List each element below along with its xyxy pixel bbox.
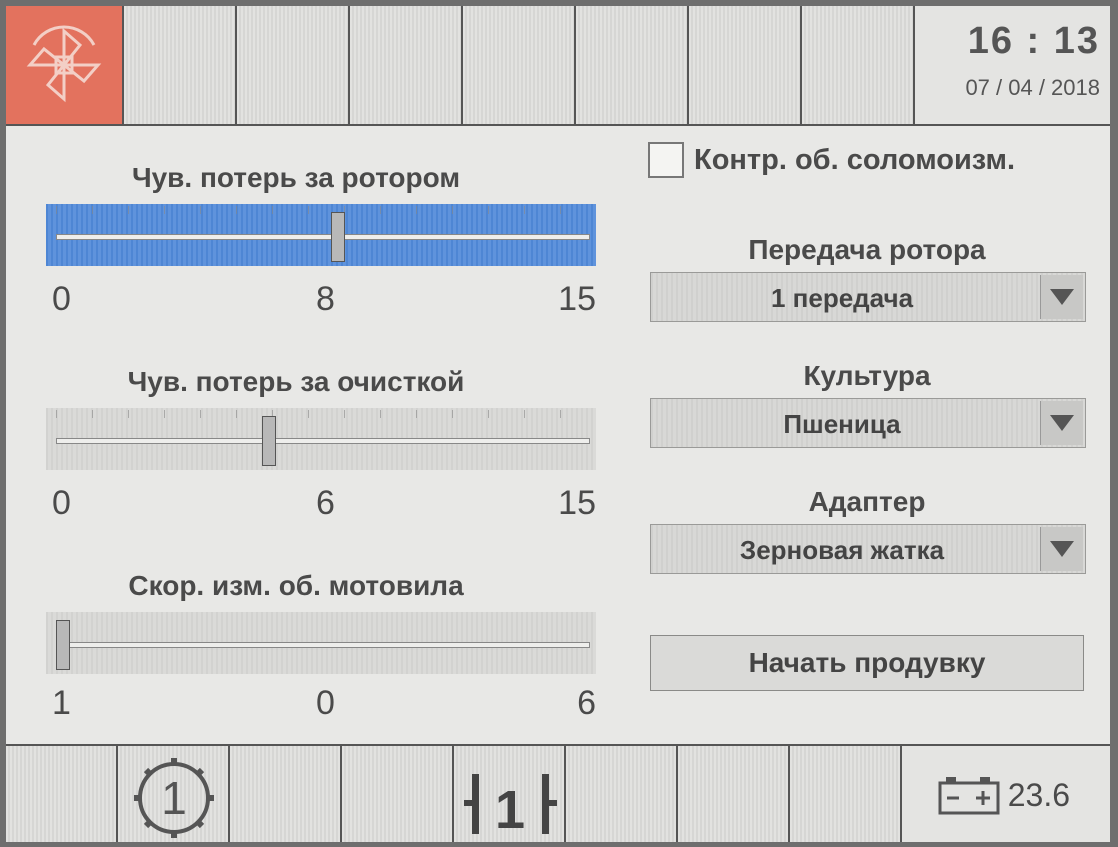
tick-marks [56,410,590,418]
slider-value: 8 [316,280,335,318]
bottom-slot-4[interactable] [342,746,454,842]
slider-track[interactable] [46,408,596,470]
gear-1-icon[interactable]: 1 [118,746,230,842]
slider-scale: 0 8 15 [46,280,596,320]
slider-max: 15 [558,280,596,318]
clock-date: 07 / 04 / 2018 [965,75,1100,100]
battery-icon [938,777,1000,815]
pinwheel-logo-icon[interactable] [6,6,124,124]
slider-min: 0 [52,484,71,522]
bottom-slot-6[interactable] [566,746,678,842]
slider-max: 15 [558,484,596,522]
slider-value: 6 [316,484,335,522]
slider-title: Чув. потерь за очисткой [127,366,465,397]
cleaning-loss-sensitivity: Чув. потерь за очисткой 0 6 15 [46,366,596,524]
adapter-dropdown[interactable]: Зерновая жатка [650,524,1086,574]
rotor-loss-sensitivity: Чув. потерь за ротором 0 8 15 [46,162,596,320]
clock-time: 16 : 13 [967,20,1100,62]
battery-voltage: 23.6 [1007,776,1070,813]
slider-thumb[interactable] [56,620,70,670]
top-bar: 16 : 13 07 / 04 / 2018 [6,6,1110,126]
straw-chopper-checkbox[interactable] [648,142,684,178]
chevron-down-icon[interactable] [1040,401,1083,445]
chevron-down-icon[interactable] [1040,527,1083,571]
straw-chopper-control[interactable]: Контр. об. соломоизм. [648,142,1015,178]
battery-status: 23.6 [902,746,1110,842]
slider-max: 6 [577,684,596,722]
slider-scale: 1 0 6 [46,684,596,724]
crop-label: Культура [803,360,931,391]
slider-rail [56,642,590,648]
slider-rail [56,234,590,240]
slider-value: 0 [316,684,335,722]
svg-text:1: 1 [495,780,525,840]
reel-speed-rate: Скор. изм. об. мотовила 1 0 6 [46,570,596,724]
slider-track[interactable] [46,612,596,674]
slider-min: 0 [52,280,71,318]
top-slot-2[interactable] [237,6,350,124]
range-1-icon[interactable]: 1 [454,746,566,842]
bottom-slot-3[interactable] [230,746,342,842]
adapter-label: Адаптер [808,486,926,517]
top-slot-5[interactable] [576,6,689,124]
tick-marks [56,206,590,214]
start-purge-button[interactable]: Начать продувку [650,635,1084,691]
checkbox-label: Контр. об. соломоизм. [694,143,1016,176]
bottom-slot-7[interactable] [678,746,790,842]
bottom-bar: 1 1 23.6 [6,744,1110,842]
svg-text:1: 1 [161,772,187,824]
slider-rail [56,438,590,444]
slider-min: 1 [52,684,71,722]
dropdown-value: Зерновая жатка [739,535,945,565]
top-slot-7[interactable] [802,6,915,124]
chevron-down-icon[interactable] [1040,275,1083,319]
dropdown-value: 1 передача [770,283,914,313]
slider-track[interactable] [46,204,596,266]
slider-thumb[interactable] [331,212,346,262]
rotor-gear-dropdown[interactable]: 1 передача [650,272,1086,322]
top-slot-1[interactable] [124,6,237,124]
clock: 16 : 13 07 / 04 / 2018 [915,6,1110,124]
rotor-gear-label: Передача ротора [748,234,986,265]
slider-title: Чув. потерь за ротором [131,162,461,193]
top-slot-3[interactable] [350,6,463,124]
screen: 16 : 13 07 / 04 / 2018 Чув. потерь за ро… [6,6,1110,842]
bottom-slot-1[interactable] [6,746,118,842]
top-slot-6[interactable] [689,6,802,124]
slider-thumb[interactable] [262,416,277,466]
slider-scale: 0 6 15 [46,484,596,524]
slider-title: Скор. изм. об. мотовила [128,570,464,601]
dropdown-value: Пшеница [783,409,901,439]
crop-dropdown[interactable]: Пшеница [650,398,1086,448]
top-slot-4[interactable] [463,6,576,124]
bottom-slot-8[interactable] [790,746,902,842]
